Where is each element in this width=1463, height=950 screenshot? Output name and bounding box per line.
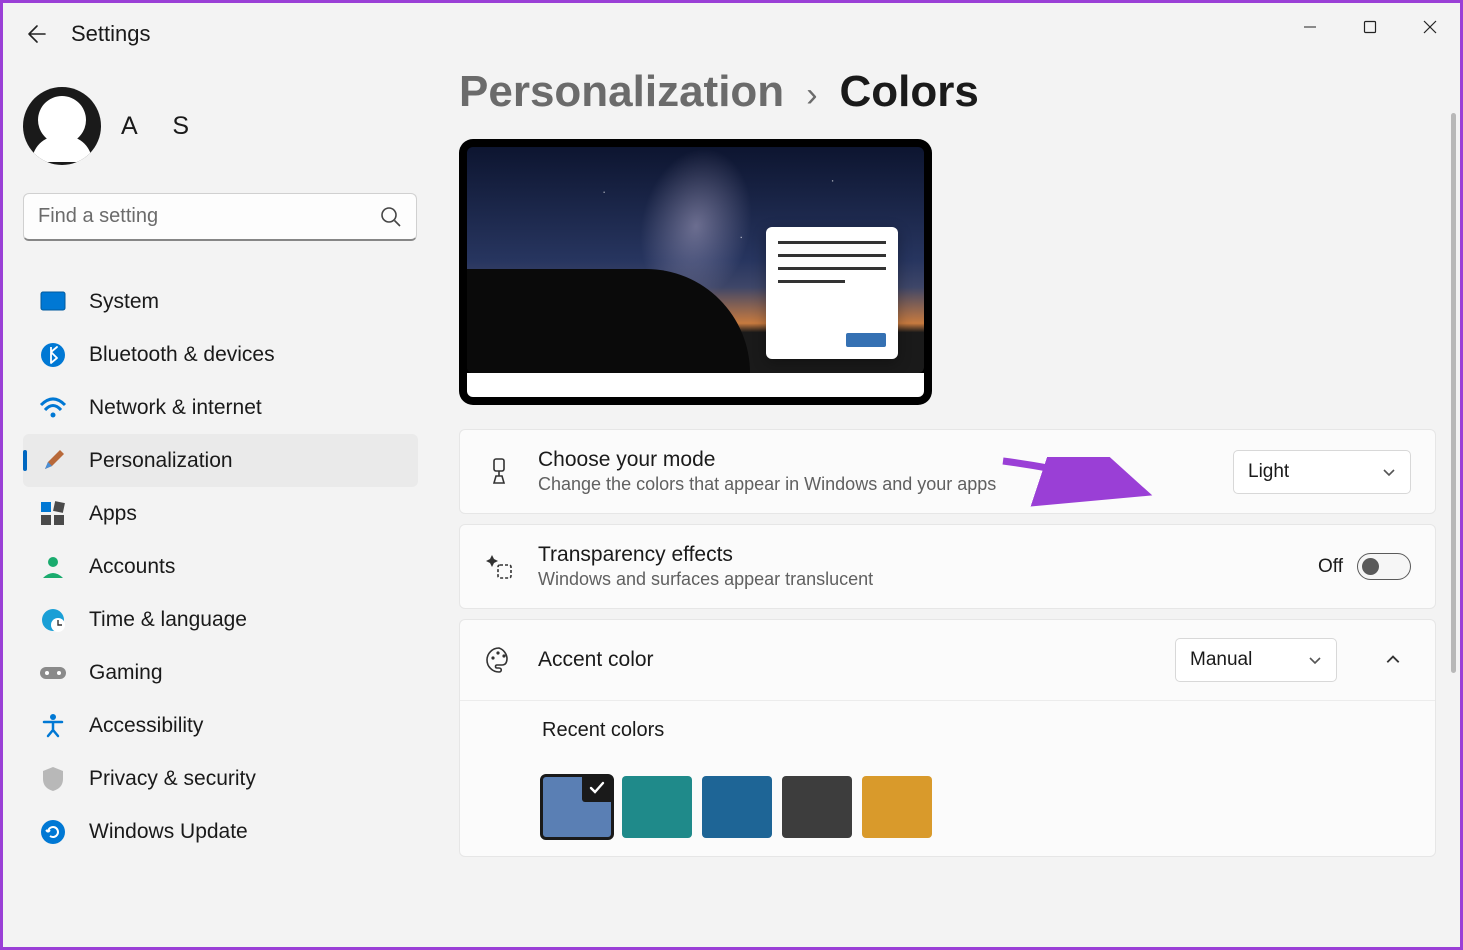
paintbrush-icon <box>39 447 67 475</box>
mode-value: Light <box>1248 461 1289 483</box>
search-input[interactable] <box>24 194 416 239</box>
sidebar-item-label: Personalization <box>89 449 233 473</box>
search-icon <box>380 206 402 228</box>
color-swatch[interactable] <box>622 776 692 838</box>
chevron-down-icon <box>1308 653 1322 667</box>
transparency-subtitle: Windows and surfaces appear translucent <box>538 569 1294 590</box>
sidebar-item-bluetooth[interactable]: Bluetooth & devices <box>23 328 418 381</box>
avatar <box>23 87 101 165</box>
back-button[interactable] <box>23 22 47 46</box>
clock-globe-icon <box>39 606 67 634</box>
chevron-up-icon <box>1385 652 1401 668</box>
preview-window-card <box>766 227 898 359</box>
mode-title: Choose your mode <box>538 448 1209 472</box>
sidebar-item-label: Apps <box>89 502 137 526</box>
accent-collapse-button[interactable] <box>1375 642 1411 678</box>
sparkle-icon <box>484 552 514 582</box>
transparency-state: Off <box>1318 556 1343 578</box>
breadcrumb-current: Colors <box>840 67 979 117</box>
wifi-icon <box>39 394 67 422</box>
breadcrumb: Personalization › Colors <box>459 67 1436 117</box>
breadcrumb-parent[interactable]: Personalization <box>459 67 784 117</box>
color-swatch[interactable] <box>542 776 612 838</box>
sidebar-item-label: Time & language <box>89 608 247 632</box>
user-name: A S <box>121 112 189 141</box>
sidebar-item-label: Bluetooth & devices <box>89 343 275 367</box>
apps-icon <box>39 500 67 528</box>
sidebar-item-label: System <box>89 290 159 314</box>
bluetooth-icon <box>39 341 67 369</box>
sidebar-item-privacy[interactable]: Privacy & security <box>23 752 418 805</box>
brush-icon <box>484 457 514 487</box>
recent-colors-label: Recent colors <box>542 719 664 742</box>
user-profile[interactable]: A S <box>23 81 418 171</box>
update-icon <box>39 818 67 846</box>
search-box[interactable] <box>23 193 417 241</box>
sidebar-item-update[interactable]: Windows Update <box>23 805 418 858</box>
sidebar-item-personalization[interactable]: Personalization <box>23 434 418 487</box>
accent-value: Manual <box>1190 649 1252 671</box>
person-icon <box>39 553 67 581</box>
sidebar-item-accounts[interactable]: Accounts <box>23 540 418 593</box>
palette-icon <box>484 645 514 675</box>
minimize-button[interactable] <box>1280 3 1340 51</box>
transparency-toggle[interactable] <box>1357 553 1411 580</box>
sidebar-item-network[interactable]: Network & internet <box>23 381 418 434</box>
shield-icon <box>39 765 67 793</box>
mode-subtitle: Change the colors that appear in Windows… <box>538 474 1209 495</box>
sidebar-item-label: Accessibility <box>89 714 203 738</box>
accent-dropdown[interactable]: Manual <box>1175 638 1337 682</box>
accent-title: Accent color <box>538 648 1151 672</box>
transparency-title: Transparency effects <box>538 543 1294 567</box>
sidebar-item-label: Network & internet <box>89 396 262 420</box>
scrollbar[interactable] <box>1451 113 1456 673</box>
color-swatch[interactable] <box>862 776 932 838</box>
mode-dropdown[interactable]: Light <box>1233 450 1411 494</box>
sidebar-item-gaming[interactable]: Gaming <box>23 646 418 699</box>
sidebar-item-apps[interactable]: Apps <box>23 487 418 540</box>
sidebar-item-label: Accounts <box>89 555 175 579</box>
app-title: Settings <box>71 21 151 47</box>
chevron-down-icon <box>1382 465 1396 479</box>
color-swatch[interactable] <box>782 776 852 838</box>
sidebar-item-label: Gaming <box>89 661 163 685</box>
gamepad-icon <box>39 659 67 687</box>
sidebar-item-system[interactable]: System <box>23 275 418 328</box>
desktop-preview <box>459 139 932 405</box>
color-swatch[interactable] <box>702 776 772 838</box>
close-button[interactable] <box>1400 3 1460 51</box>
maximize-button[interactable] <box>1340 3 1400 51</box>
sidebar-item-label: Windows Update <box>89 820 248 844</box>
sidebar-item-accessibility[interactable]: Accessibility <box>23 699 418 752</box>
sidebar-item-time[interactable]: Time & language <box>23 593 418 646</box>
system-icon <box>39 288 67 316</box>
chevron-right-icon: › <box>806 76 817 115</box>
accessibility-icon <box>39 712 67 740</box>
sidebar-item-label: Privacy & security <box>89 767 256 791</box>
